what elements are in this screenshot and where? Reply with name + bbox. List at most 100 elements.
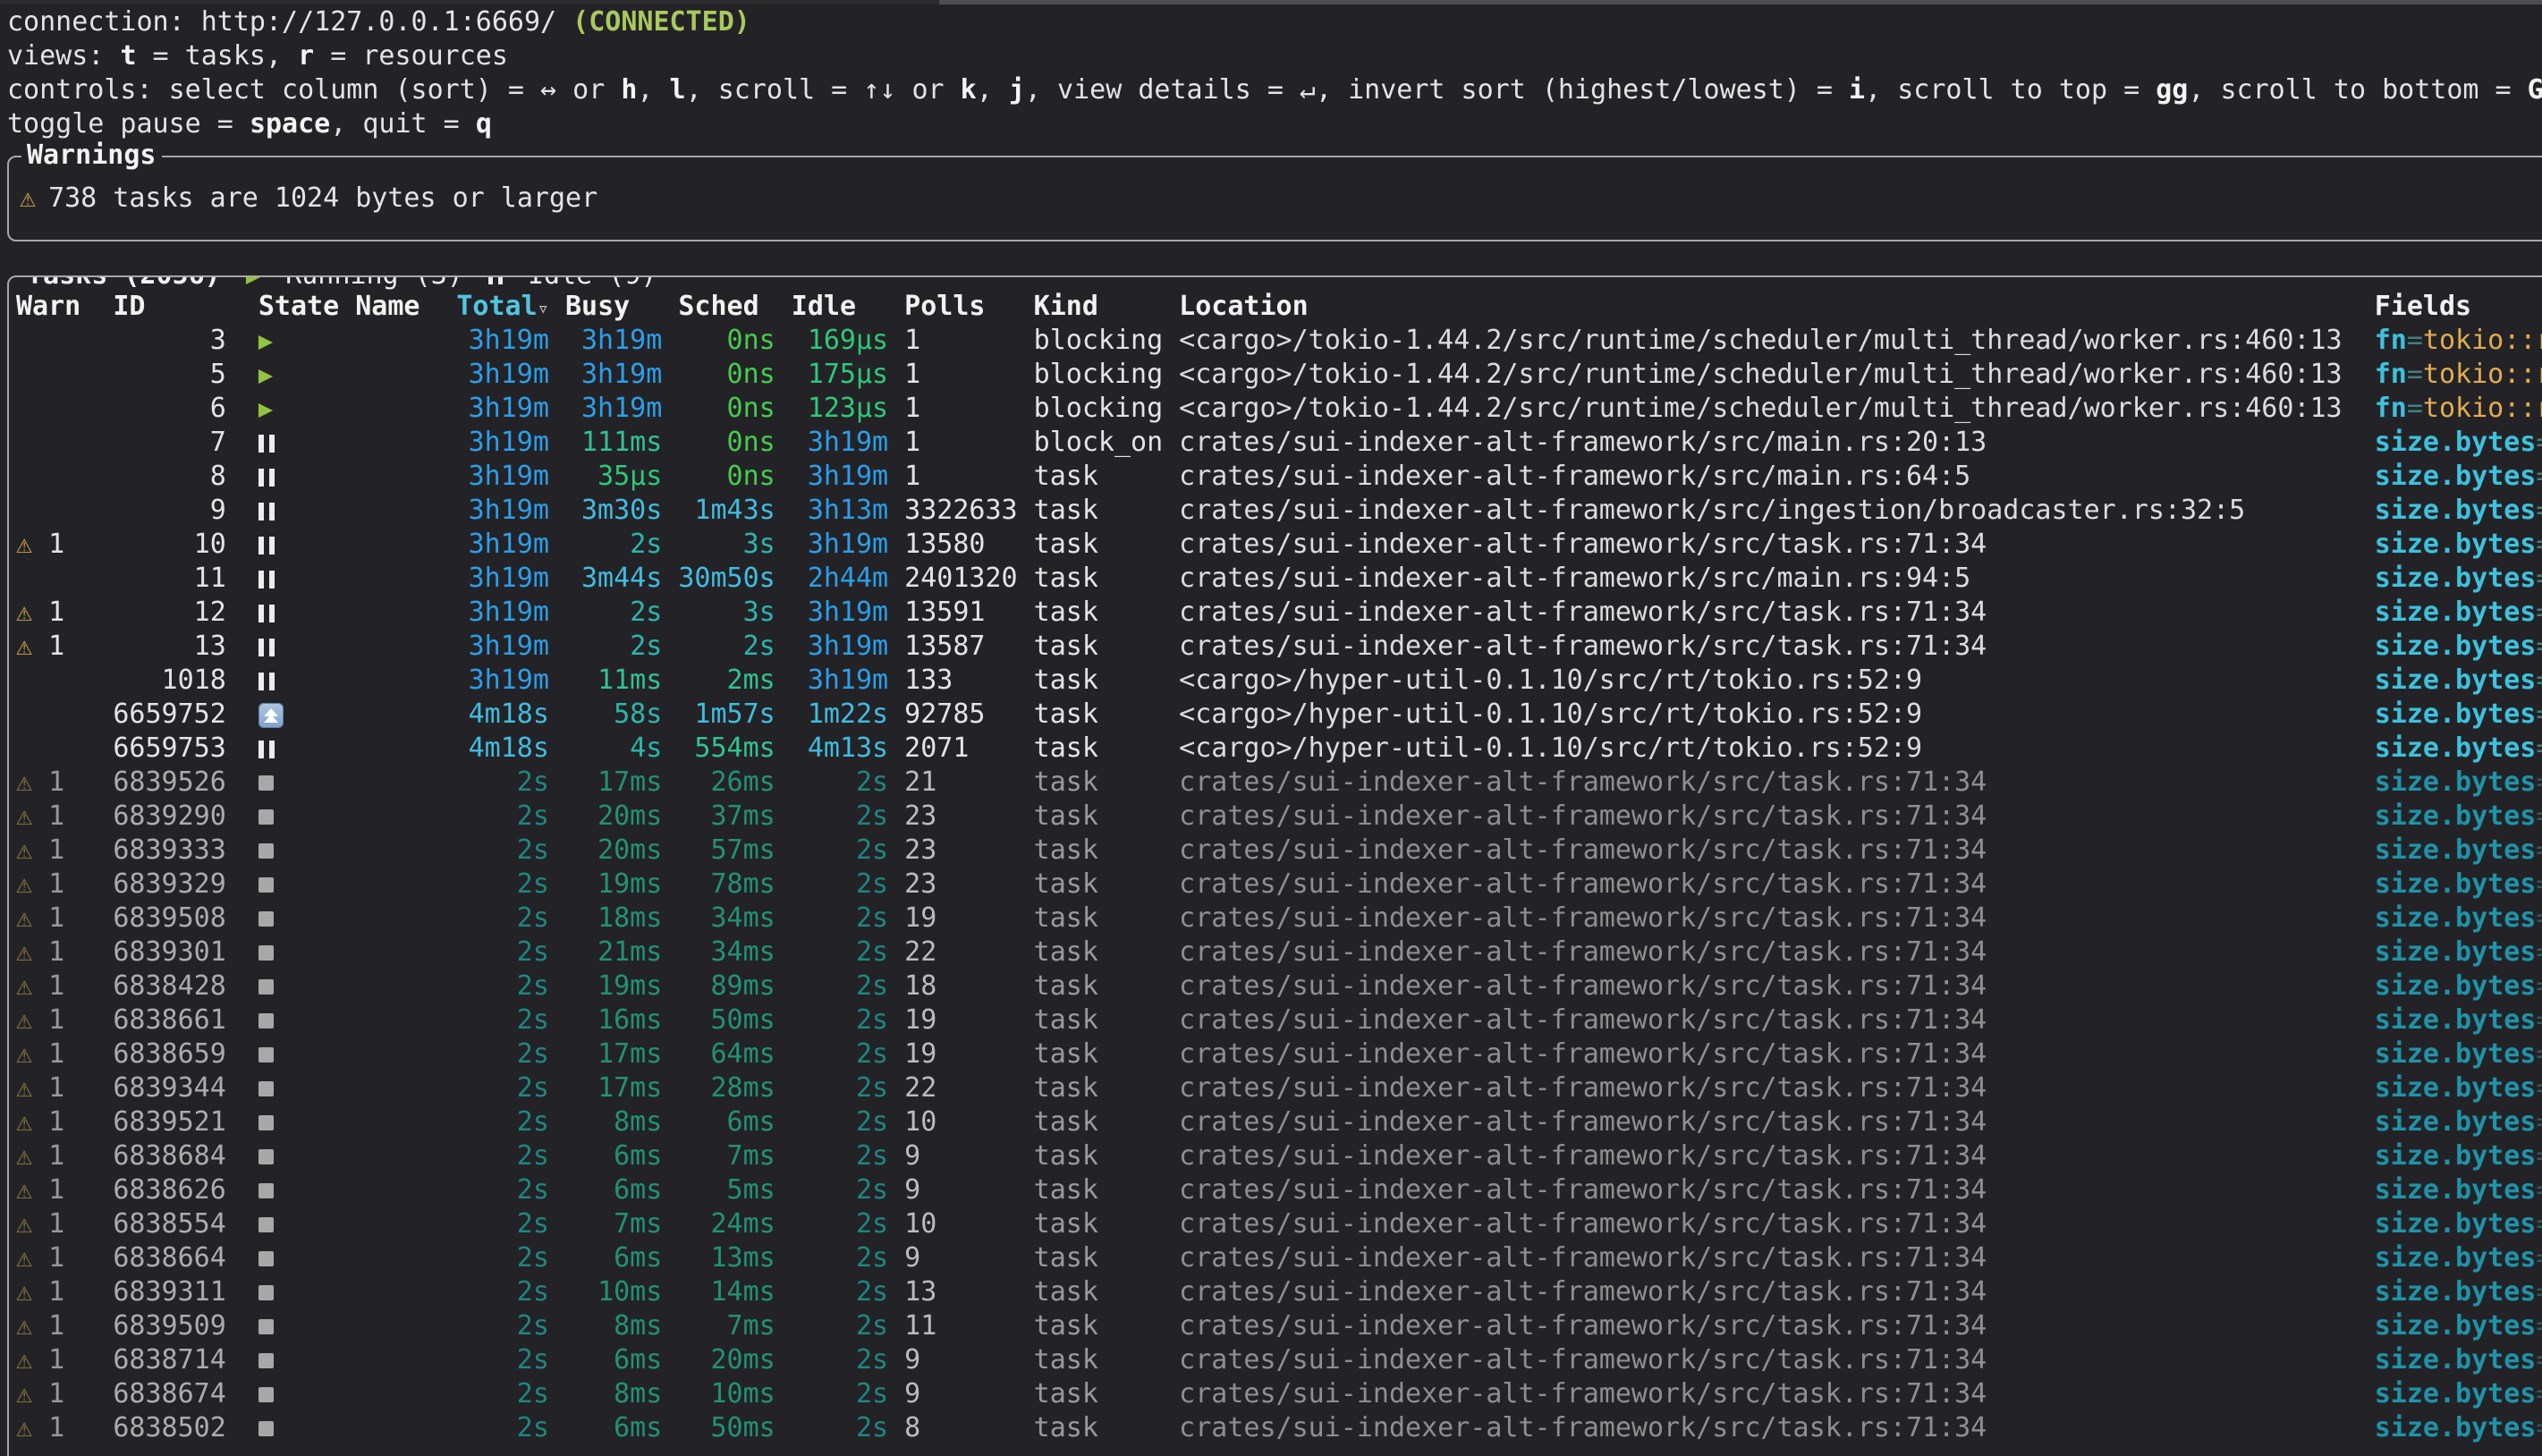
cell-kind: task — [1034, 460, 1180, 494]
column-header-total[interactable]: Total▿ — [453, 290, 565, 324]
cell-idle: 2s — [792, 1003, 904, 1037]
cell-idle: 3h13m — [792, 494, 904, 528]
cell-sched: 34ms — [678, 935, 791, 969]
cell-total: 2s — [453, 969, 565, 1003]
task-row[interactable]: ⚠ 168386642s6ms13ms2s9taskcrates/sui-ind… — [16, 1241, 2542, 1275]
cell-polls: 9 — [904, 1173, 1033, 1207]
column-header-sched[interactable]: Sched — [678, 290, 791, 324]
cell-state — [242, 1343, 355, 1377]
cell-busy: 2s — [565, 630, 678, 664]
text-segment: , scroll = ↑↓ or — [686, 74, 961, 106]
cell-polls: 1 — [904, 460, 1033, 494]
cell-id: 6838502 — [113, 1411, 241, 1445]
task-row[interactable]: ⚠ 1103h19m2s3s3h19m13580taskcrates/sui-i… — [16, 528, 2542, 562]
cell-polls: 9 — [904, 1343, 1033, 1377]
cell-state — [242, 698, 355, 732]
column-header-kind[interactable]: Kind — [1034, 290, 1180, 324]
field-key: size.bytes — [2375, 631, 2537, 662]
task-row[interactable]: ⚠ 168386262s6ms5ms2s9taskcrates/sui-inde… — [16, 1173, 2542, 1207]
task-row[interactable]: ⚠ 168393292s19ms78ms2s23taskcrates/sui-i… — [16, 868, 2542, 902]
task-row[interactable]: ⚠ 168386742s8ms10ms2s9taskcrates/sui-ind… — [16, 1377, 2542, 1411]
task-row[interactable]: ⚠ 168386592s17ms64ms2s19taskcrates/sui-i… — [16, 1037, 2542, 1071]
task-row[interactable]: ⚠ 168385542s7ms24ms2s10taskcrates/sui-in… — [16, 1207, 2542, 1241]
cell-sched: 64ms — [678, 1037, 791, 1071]
cell-busy: 6ms — [565, 1241, 678, 1275]
state-idle-icon — [258, 741, 275, 758]
column-header-name[interactable]: Name — [355, 290, 452, 324]
cell-busy: 4s — [565, 732, 678, 766]
task-row[interactable]: ⚠ 168386612s16ms50ms2s19taskcrates/sui-i… — [16, 1003, 2542, 1037]
cell-busy: 10ms — [565, 1275, 678, 1309]
task-row[interactable]: ⚠ 168395092s8ms7ms2s11taskcrates/sui-ind… — [16, 1309, 2542, 1343]
cell-name — [355, 732, 452, 766]
cell-busy: 18ms — [565, 902, 678, 935]
cell-total: 2s — [453, 935, 565, 969]
task-row[interactable]: 66597524m18s58s1m57s1m22s92785task<cargo… — [16, 698, 2542, 732]
task-row[interactable]: ⚠ 168395262s17ms26ms2s21taskcrates/sui-i… — [16, 766, 2542, 800]
task-row[interactable]: 73h19m111ms0ns3h19m1block_oncrates/sui-i… — [16, 426, 2542, 460]
column-header-state[interactable]: State — [242, 290, 355, 324]
cell-total: 2s — [453, 1173, 565, 1207]
cell-name — [355, 358, 452, 392]
task-row[interactable]: 83h19m35µs0ns3h19m1taskcrates/sui-indexe… — [16, 460, 2542, 494]
cell-name — [355, 698, 452, 732]
cell-kind: task — [1034, 1411, 1180, 1445]
cell-total: 3h19m — [453, 528, 565, 562]
cell-name — [355, 1003, 452, 1037]
task-row[interactable]: ⚠ 168392902s20ms37ms2s23taskcrates/sui-i… — [16, 800, 2542, 834]
task-row[interactable]: ⚠ 168393332s20ms57ms2s23taskcrates/sui-i… — [16, 834, 2542, 868]
cell-warn: ⚠ 1 — [16, 1003, 113, 1037]
column-header-busy[interactable]: Busy — [565, 290, 678, 324]
task-row[interactable]: ⚠ 168386842s6ms7ms2s9taskcrates/sui-inde… — [16, 1139, 2542, 1173]
terminal[interactable]: { "colors": { "background": "#232327", "… — [0, 0, 2542, 1456]
task-row[interactable]: 113h19m3m44s30m50s2h44m2401320taskcrates… — [16, 562, 2542, 596]
column-header-id[interactable]: ID — [113, 290, 241, 324]
task-row[interactable]: ⚠ 1123h19m2s3s3h19m13591taskcrates/sui-i… — [16, 596, 2542, 630]
cell-busy: 20ms — [565, 800, 678, 834]
task-row[interactable]: ⚠ 168395212s8ms6ms2s10taskcrates/sui-ind… — [16, 1105, 2542, 1139]
warning-icon: ⚠ — [16, 1276, 32, 1308]
column-header-warn[interactable]: Warn — [16, 290, 113, 324]
cell-location: <cargo>/tokio-1.44.2/src/runtime/schedul… — [1179, 392, 2375, 426]
cell-sched: 24ms — [678, 1207, 791, 1241]
cell-total: 2s — [453, 868, 565, 902]
cell-location: crates/sui-indexer-alt-framework/src/tas… — [1179, 528, 2375, 562]
task-row[interactable]: ⚠ 1133h19m2s2s3h19m13587taskcrates/sui-i… — [16, 630, 2542, 664]
cell-idle: 2s — [792, 1241, 904, 1275]
task-row[interactable]: ⚠ 168393012s21ms34ms2s22taskcrates/sui-i… — [16, 935, 2542, 969]
state-idle-icon — [258, 537, 275, 554]
task-row[interactable]: ⚠ 168393112s10ms14ms2s13taskcrates/sui-i… — [16, 1275, 2542, 1309]
cell-idle: 3h19m — [792, 460, 904, 494]
cell-kind: task — [1034, 1071, 1180, 1105]
window-top-edge-highlight — [939, 0, 2542, 4]
task-row[interactable]: 5▶3h19m3h19m0ns175µs1blocking<cargo>/tok… — [16, 358, 2542, 392]
task-row[interactable]: 10183h19m11ms2ms3h19m133task<cargo>/hype… — [16, 664, 2542, 698]
task-row[interactable]: ⚠ 168393442s17ms28ms2s22taskcrates/sui-i… — [16, 1071, 2542, 1105]
task-row[interactable]: ⚠ 168387142s6ms20ms2s9taskcrates/sui-ind… — [16, 1343, 2542, 1377]
cell-total: 2s — [453, 1071, 565, 1105]
task-row[interactable]: ⚠ 168385022s6ms50ms2s8taskcrates/sui-ind… — [16, 1411, 2542, 1445]
task-row[interactable]: 66597534m18s4s554ms4m13s2071task<cargo>/… — [16, 732, 2542, 766]
cell-fields: size.bytes= — [2375, 528, 2542, 562]
cell-state: ▶ — [242, 358, 355, 392]
cell-idle: 2s — [792, 1037, 904, 1071]
column-header-polls[interactable]: Polls — [904, 290, 1033, 324]
task-row[interactable]: ⚠ 168384282s19ms89ms2s18taskcrates/sui-i… — [16, 969, 2542, 1003]
warning-item: ⚠738 tasks are 1024 bytes or larger — [20, 182, 597, 216]
task-row[interactable]: 93h19m3m30s1m43s3h13m3322633taskcrates/s… — [16, 494, 2542, 528]
task-row[interactable]: ⚠ 168395082s18ms34ms2s19taskcrates/sui-i… — [16, 902, 2542, 935]
cell-idle: 3h19m — [792, 664, 904, 698]
cell-warn: ⚠ 1 — [16, 1207, 113, 1241]
state-completed-icon — [258, 809, 274, 825]
task-row[interactable]: 6▶3h19m3h19m0ns123µs1blocking<cargo>/tok… — [16, 392, 2542, 426]
column-header-loc[interactable]: Location — [1179, 290, 2375, 324]
cell-polls: 1 — [904, 426, 1033, 460]
column-header-idle[interactable]: Idle — [792, 290, 904, 324]
cell-warn: ⚠ 1 — [16, 969, 113, 1003]
task-row[interactable]: 3▶3h19m3h19m0ns169µs1blocking<cargo>/tok… — [16, 324, 2542, 358]
field-key: size.bytes — [2375, 868, 2537, 900]
cell-kind: task — [1034, 1037, 1180, 1071]
cell-id: 5 — [113, 358, 241, 392]
column-header-fields[interactable]: Fields — [2375, 290, 2542, 324]
cell-warn: ⚠ 1 — [16, 596, 113, 630]
